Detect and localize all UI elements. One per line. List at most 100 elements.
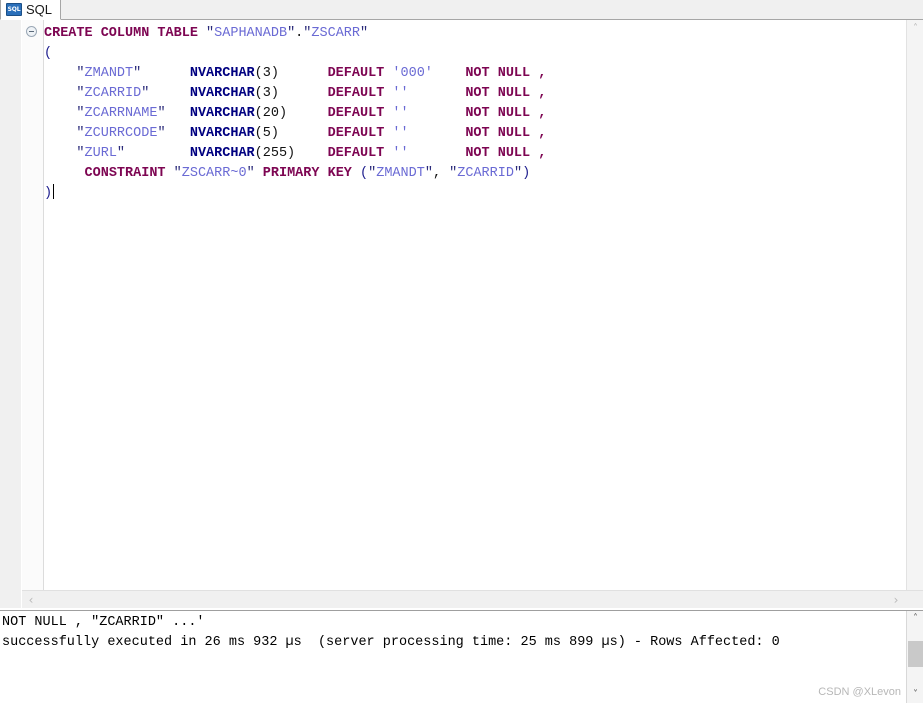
code-token: ": [76, 106, 85, 121]
code-token: ZSCARR~0: [181, 166, 247, 181]
code-token: NVARCHAR: [189, 106, 255, 121]
code-token: SAPHANADB: [214, 26, 288, 41]
code-token: DEFAULT: [327, 66, 393, 81]
code-token: PRIMARY KEY: [262, 166, 360, 181]
code-token: DEFAULT: [327, 86, 393, 101]
code-line: CONSTRAINT "ZSCARR~0" PRIMARY KEY ("ZMAN…: [44, 164, 889, 184]
code-token: '000': [392, 66, 433, 81]
code-token: (: [360, 166, 369, 181]
code-token: ,: [432, 166, 450, 181]
code-token: ZMANDT: [84, 66, 134, 81]
code-token: (20): [254, 106, 288, 121]
code-token: ": [368, 166, 377, 181]
scroll-right-icon[interactable]: ›: [887, 591, 905, 608]
code-token: ": [513, 166, 523, 181]
code-token: ZCURRCODE: [84, 126, 158, 141]
sql-code-text[interactable]: CREATE COLUMN TABLE "SAPHANADB"."ZSCARR"…: [44, 20, 889, 590]
console-vertical-scrollbar[interactable]: ˄ ˅: [906, 611, 923, 703]
code-token: ": [76, 126, 85, 141]
console-scroll-down-icon[interactable]: ˅: [907, 687, 923, 703]
collapse-fold-icon[interactable]: [26, 26, 37, 37]
code-token: ": [360, 26, 369, 41]
code-token: NVARCHAR: [189, 66, 255, 81]
console-output-text: NOT NULL , "ZCARRID" ...' successfully ex…: [2, 613, 888, 703]
code-token: NVARCHAR: [189, 146, 255, 161]
tab-sql[interactable]: SQL SQL: [0, 0, 62, 20]
console-line: NOT NULL , "ZCARRID" ...': [2, 615, 205, 630]
code-token: NOT NULL ,: [465, 106, 547, 121]
code-token: ": [76, 146, 85, 161]
editor-left-margin: [0, 20, 22, 608]
code-token: '': [392, 146, 409, 161]
code-token: (3): [254, 66, 279, 81]
editor-horizontal-scrollbar[interactable]: ‹ ›: [22, 590, 923, 608]
editor-vertical-scrollbar[interactable]: ˄: [906, 20, 923, 590]
tab-sql-label: SQL: [26, 2, 53, 17]
code-line: CREATE COLUMN TABLE "SAPHANADB"."ZSCARR": [44, 24, 889, 44]
code-token: (255): [254, 146, 296, 161]
code-token: ZCARRID: [457, 166, 514, 181]
code-token: NOT NULL ,: [465, 86, 547, 101]
code-token: NOT NULL ,: [465, 146, 547, 161]
code-token: ": [157, 126, 166, 141]
code-token: ": [76, 86, 85, 101]
code-token: ": [173, 166, 182, 181]
console-line: successfully executed in 26 ms 932 µs (s…: [2, 635, 780, 650]
code-line: "ZCARRNAME" NVARCHAR(20) DEFAULT '' NOT …: [44, 104, 889, 124]
code-token: ): [44, 186, 53, 201]
code-token: NOT NULL ,: [465, 126, 547, 141]
code-token: ZURL: [84, 146, 117, 161]
code-token: NVARCHAR: [189, 126, 255, 141]
code-token: ZSCARR: [311, 26, 360, 41]
sql-console-window: SQL SQL CREATE COLUMN TABLE "SAPHANADB".…: [0, 0, 923, 704]
text-cursor: [53, 184, 55, 199]
code-token: ": [76, 66, 85, 81]
code-folding-gutter[interactable]: [22, 20, 44, 608]
code-token: DEFAULT: [327, 106, 393, 121]
sql-editor[interactable]: CREATE COLUMN TABLE "SAPHANADB"."ZSCARR"…: [0, 20, 923, 608]
code-line: "ZMANDT" NVARCHAR(3) DEFAULT '000' NOT N…: [44, 64, 889, 84]
tab-strip: SQL SQL: [0, 0, 923, 20]
scroll-left-icon[interactable]: ‹: [22, 591, 40, 608]
scroll-up-icon[interactable]: ˄: [907, 20, 923, 37]
code-token: CREATE COLUMN TABLE: [44, 26, 207, 41]
code-token: '': [392, 106, 409, 121]
code-token: ": [246, 166, 255, 181]
code-token: ZCARRNAME: [84, 106, 158, 121]
code-token: (3): [254, 86, 279, 101]
code-token: ": [116, 146, 126, 161]
code-line: ): [44, 184, 889, 204]
sql-icon: SQL: [6, 3, 22, 16]
code-token: ": [157, 106, 166, 121]
code-token: ": [206, 26, 215, 41]
code-token: ": [424, 166, 433, 181]
console-scrollbar-thumb[interactable]: [908, 641, 923, 667]
code-token: ZMANDT: [376, 166, 425, 181]
code-line: "ZCURRCODE" NVARCHAR(5) DEFAULT '' NOT N…: [44, 124, 889, 144]
code-token: '': [392, 126, 409, 141]
code-token: (5): [254, 126, 279, 141]
code-token: (: [44, 46, 53, 61]
code-token: DEFAULT: [327, 146, 393, 161]
code-token: NVARCHAR: [189, 86, 255, 101]
code-token: ZCARRID: [84, 86, 142, 101]
code-token: NOT NULL ,: [465, 66, 547, 81]
message-console-panel: NOT NULL , "ZCARRID" ...' successfully ex…: [0, 610, 923, 704]
code-line: "ZURL" NVARCHAR(255) DEFAULT '' NOT NULL…: [44, 144, 889, 164]
code-token: '': [392, 86, 409, 101]
console-scroll-up-icon[interactable]: ˄: [907, 611, 923, 627]
